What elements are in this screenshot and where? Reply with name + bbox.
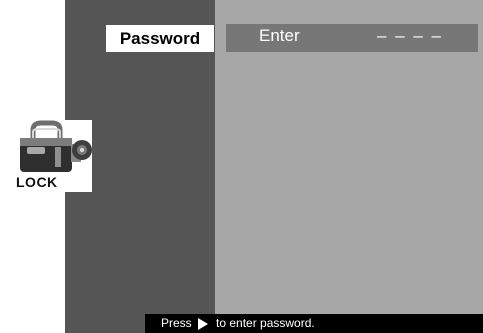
password-tab[interactable]: Password xyxy=(106,25,214,52)
status-instruction-text: to enter password. xyxy=(216,316,315,330)
play-icon xyxy=(198,318,208,330)
lock-label: LOCK xyxy=(16,174,58,190)
password-entry-field[interactable]: Enter – – – – xyxy=(226,24,478,52)
lock-icon: LOCK xyxy=(8,120,92,192)
password-entry-label: Enter xyxy=(259,26,300,45)
password-entry-value: – – – – xyxy=(377,26,443,45)
status-bar: Press to enter password. xyxy=(145,314,483,333)
status-press-text: Press xyxy=(161,316,192,330)
